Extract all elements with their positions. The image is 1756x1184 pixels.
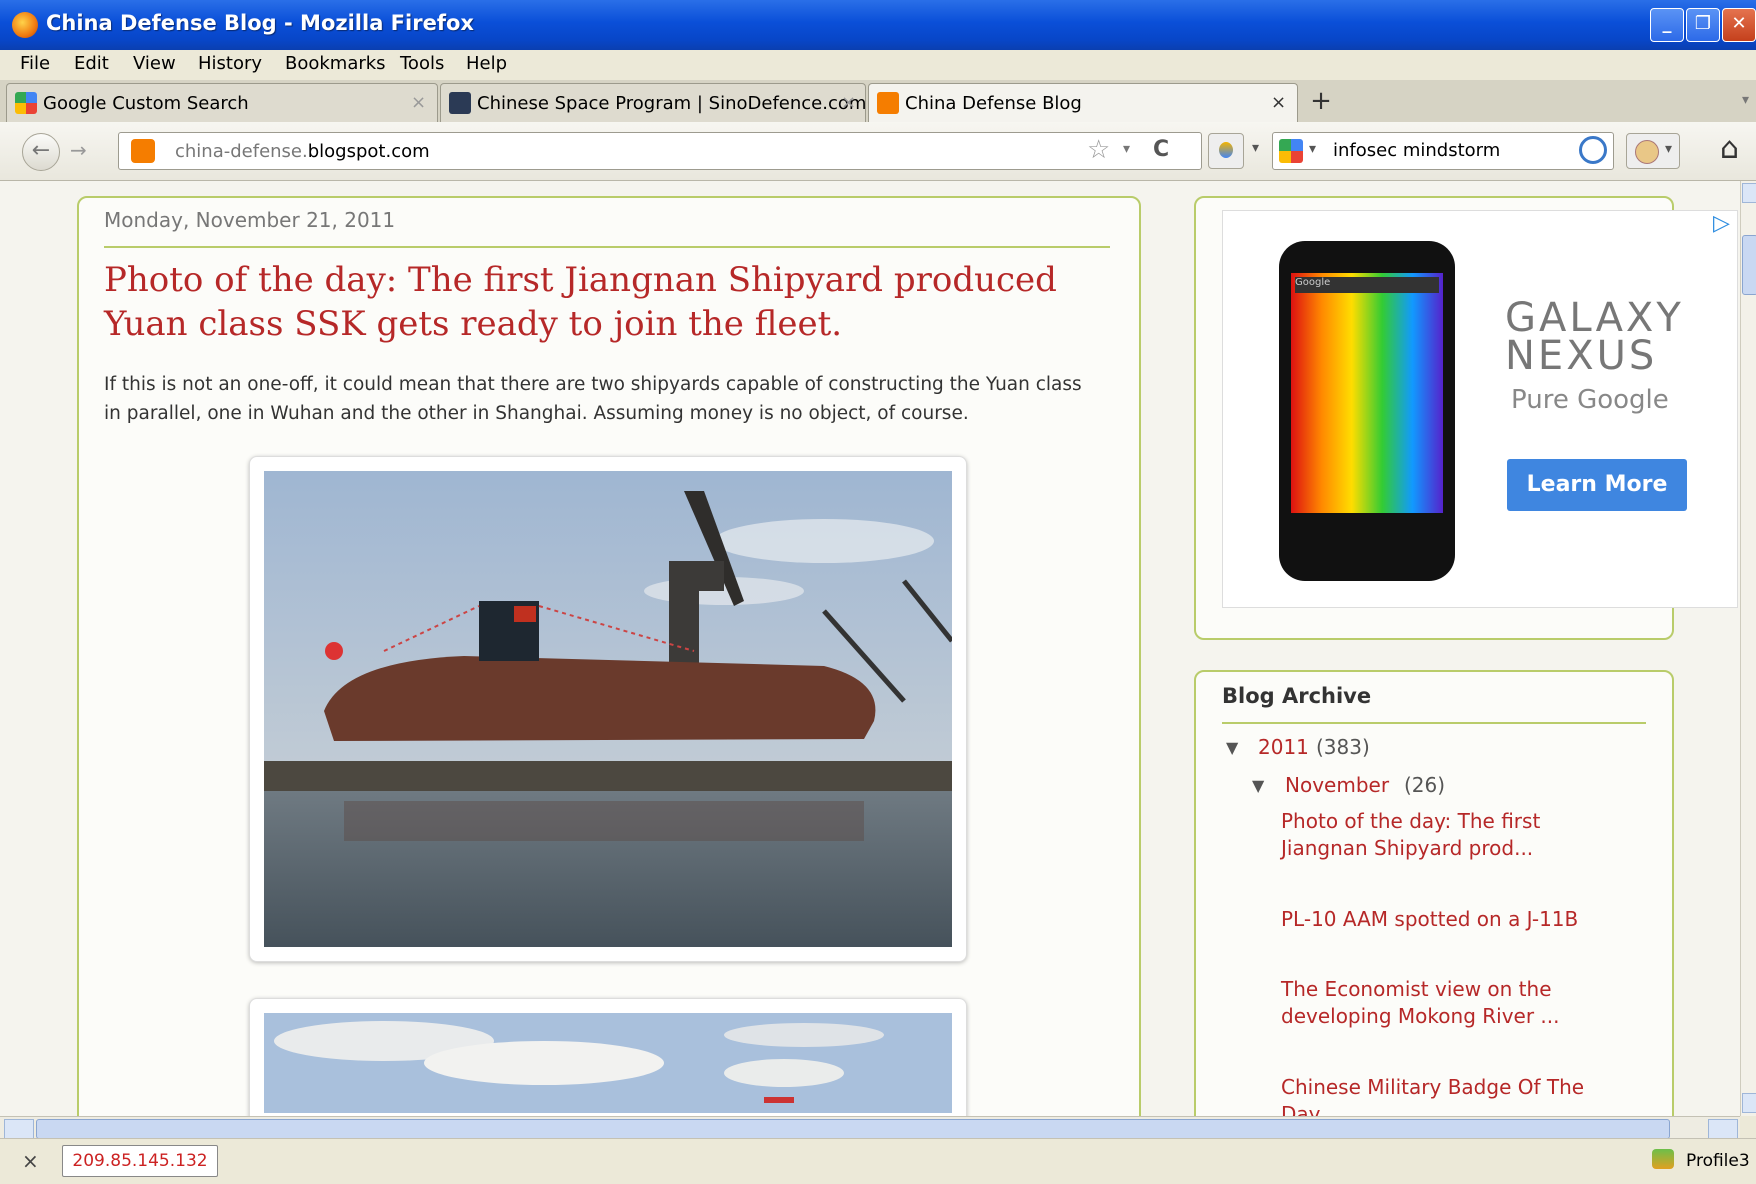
learn-more-button[interactable]: Learn More [1507,459,1687,511]
title-bar: China Defense Blog - Mozilla Firefox _ ❐… [0,0,1756,50]
menu-view[interactable]: View [133,53,176,74]
scroll-thumb[interactable] [1742,235,1756,295]
profile-icon [1652,1149,1674,1169]
status-close-icon[interactable]: × [22,1149,39,1173]
tab-close-icon[interactable]: × [1271,92,1286,113]
home-button[interactable]: ⌂ [1720,131,1739,166]
submarine-photo [264,471,952,947]
menu-help[interactable]: Help [466,53,507,74]
greasemonkey-button[interactable]: ▾ [1626,133,1680,169]
shipyard-photo [264,1013,952,1113]
search-engine-icon[interactable] [1279,139,1303,163]
horizontal-scroll-thumb[interactable] [36,1119,1670,1139]
greasemonkey-dropdown-icon[interactable]: ▾ [1665,141,1672,157]
archive-year-count: (383) [1316,735,1370,759]
tab-label: Chinese Space Program | SinoDefence.com [477,93,867,114]
menu-edit[interactable]: Edit [74,53,109,74]
date-divider [104,246,1110,248]
search-bar[interactable]: ▾ infosec mindstorm [1272,132,1614,170]
archive-post-link[interactable]: Photo of the day: The first Jiangnan Shi… [1281,808,1591,862]
bookmark-star-icon[interactable]: ☆ [1087,135,1110,165]
menu-tools[interactable]: Tools [400,53,444,74]
addon-button[interactable] [1208,133,1244,169]
minimize-button[interactable]: _ [1650,8,1684,42]
ad-tagline: Pure Google [1511,385,1669,415]
ad-brand: GALAXY NEXUS [1505,295,1684,379]
menu-file[interactable]: File [20,53,50,74]
scroll-up-icon[interactable] [1742,183,1756,203]
vertical-scrollbar[interactable] [1740,181,1756,1116]
phone-search-bar: Google [1295,277,1439,293]
menu-bookmarks[interactable]: Bookmarks [285,53,386,74]
year-toggle-icon[interactable]: ▼ [1226,738,1238,757]
post-body: If this is not an one-off, it could mean… [104,374,1082,424]
close-button[interactable]: ✕ [1722,8,1756,42]
url-text: china-defense.blogspot.com [175,141,430,162]
profile-label[interactable]: Profile3 [1686,1151,1750,1171]
search-magnifier-icon[interactable] [1579,136,1607,164]
url-history-dropdown-icon[interactable]: ▾ [1123,141,1130,157]
new-tab-button[interactable]: + [1302,84,1340,120]
scroll-right-icon[interactable] [1708,1119,1738,1139]
tab-list-icon[interactable]: ▾ [1742,92,1749,108]
phone-screen: Google [1291,273,1443,513]
tab-sinodefence[interactable]: Chinese Space Program | SinoDefence.com … [440,83,866,122]
status-bar: × 209.85.145.132 Profile3 [0,1138,1756,1184]
scroll-left-icon[interactable] [4,1119,34,1139]
blogger-site-icon [131,139,155,163]
monkey-icon [1635,140,1659,164]
menu-history[interactable]: History [198,53,262,74]
tab-label: China Defense Blog [905,93,1082,114]
search-engine-dropdown-icon[interactable]: ▾ [1309,141,1316,157]
tab-close-icon[interactable]: × [411,92,426,113]
archive-post-link[interactable]: The Economist view on the developing Mok… [1281,976,1591,1030]
phone-image: Google [1279,241,1455,581]
menu-bar [0,50,1756,80]
galaxy-nexus-ad[interactable]: ▷ Google GALAXY NEXUS Pure Google Learn M… [1222,210,1738,608]
firefox-logo-icon [12,12,38,38]
addon-dropdown-icon[interactable]: ▾ [1252,140,1259,156]
archive-month-link[interactable]: November [1285,773,1389,797]
tab-close-icon[interactable]: × [841,92,856,113]
url-bar[interactable]: china-defense.blogspot.com ☆ ▾ C [118,132,1202,170]
archive-title: Blog Archive [1222,684,1372,708]
archive-year-link[interactable]: 2011 [1258,735,1309,759]
blogger-favicon-icon [877,92,899,114]
post-title-link[interactable]: Photo of the day: The first Jiangnan Shi… [104,258,1064,346]
tab-label: Google Custom Search [43,93,249,114]
tab-china-defense-blog[interactable]: China Defense Blog × [868,83,1298,122]
archive-divider [1222,722,1646,724]
window-title: China Defense Blog - Mozilla Firefox [46,11,474,35]
back-button[interactable]: ← [22,133,60,171]
scroll-down-icon[interactable] [1742,1093,1756,1113]
post-date: Monday, November 21, 2011 [104,208,396,232]
archive-post-link[interactable]: Chinese Military Badge Of The Day... [1281,1074,1591,1116]
forward-button[interactable]: → [70,138,87,162]
tab-google-custom-search[interactable]: Google Custom Search × [6,83,438,122]
horizontal-scrollbar[interactable] [0,1116,1740,1139]
adchoices-icon[interactable]: ▷ [1713,211,1730,236]
photo-frame[interactable] [249,456,967,962]
archive-month-count: (26) [1404,773,1446,797]
month-toggle-icon[interactable]: ▼ [1252,776,1264,795]
addon-icon [1219,142,1233,158]
maximize-button[interactable]: ❐ [1686,8,1720,42]
archive-post-link[interactable]: PL-10 AAM spotted on a J-11B [1281,906,1591,933]
reload-icon[interactable]: C [1153,137,1169,162]
ip-address-badge: 209.85.145.132 [62,1145,218,1177]
sinodefence-favicon-icon [449,92,471,114]
search-input[interactable]: infosec mindstorm [1333,140,1500,161]
google-favicon-icon [15,92,37,114]
